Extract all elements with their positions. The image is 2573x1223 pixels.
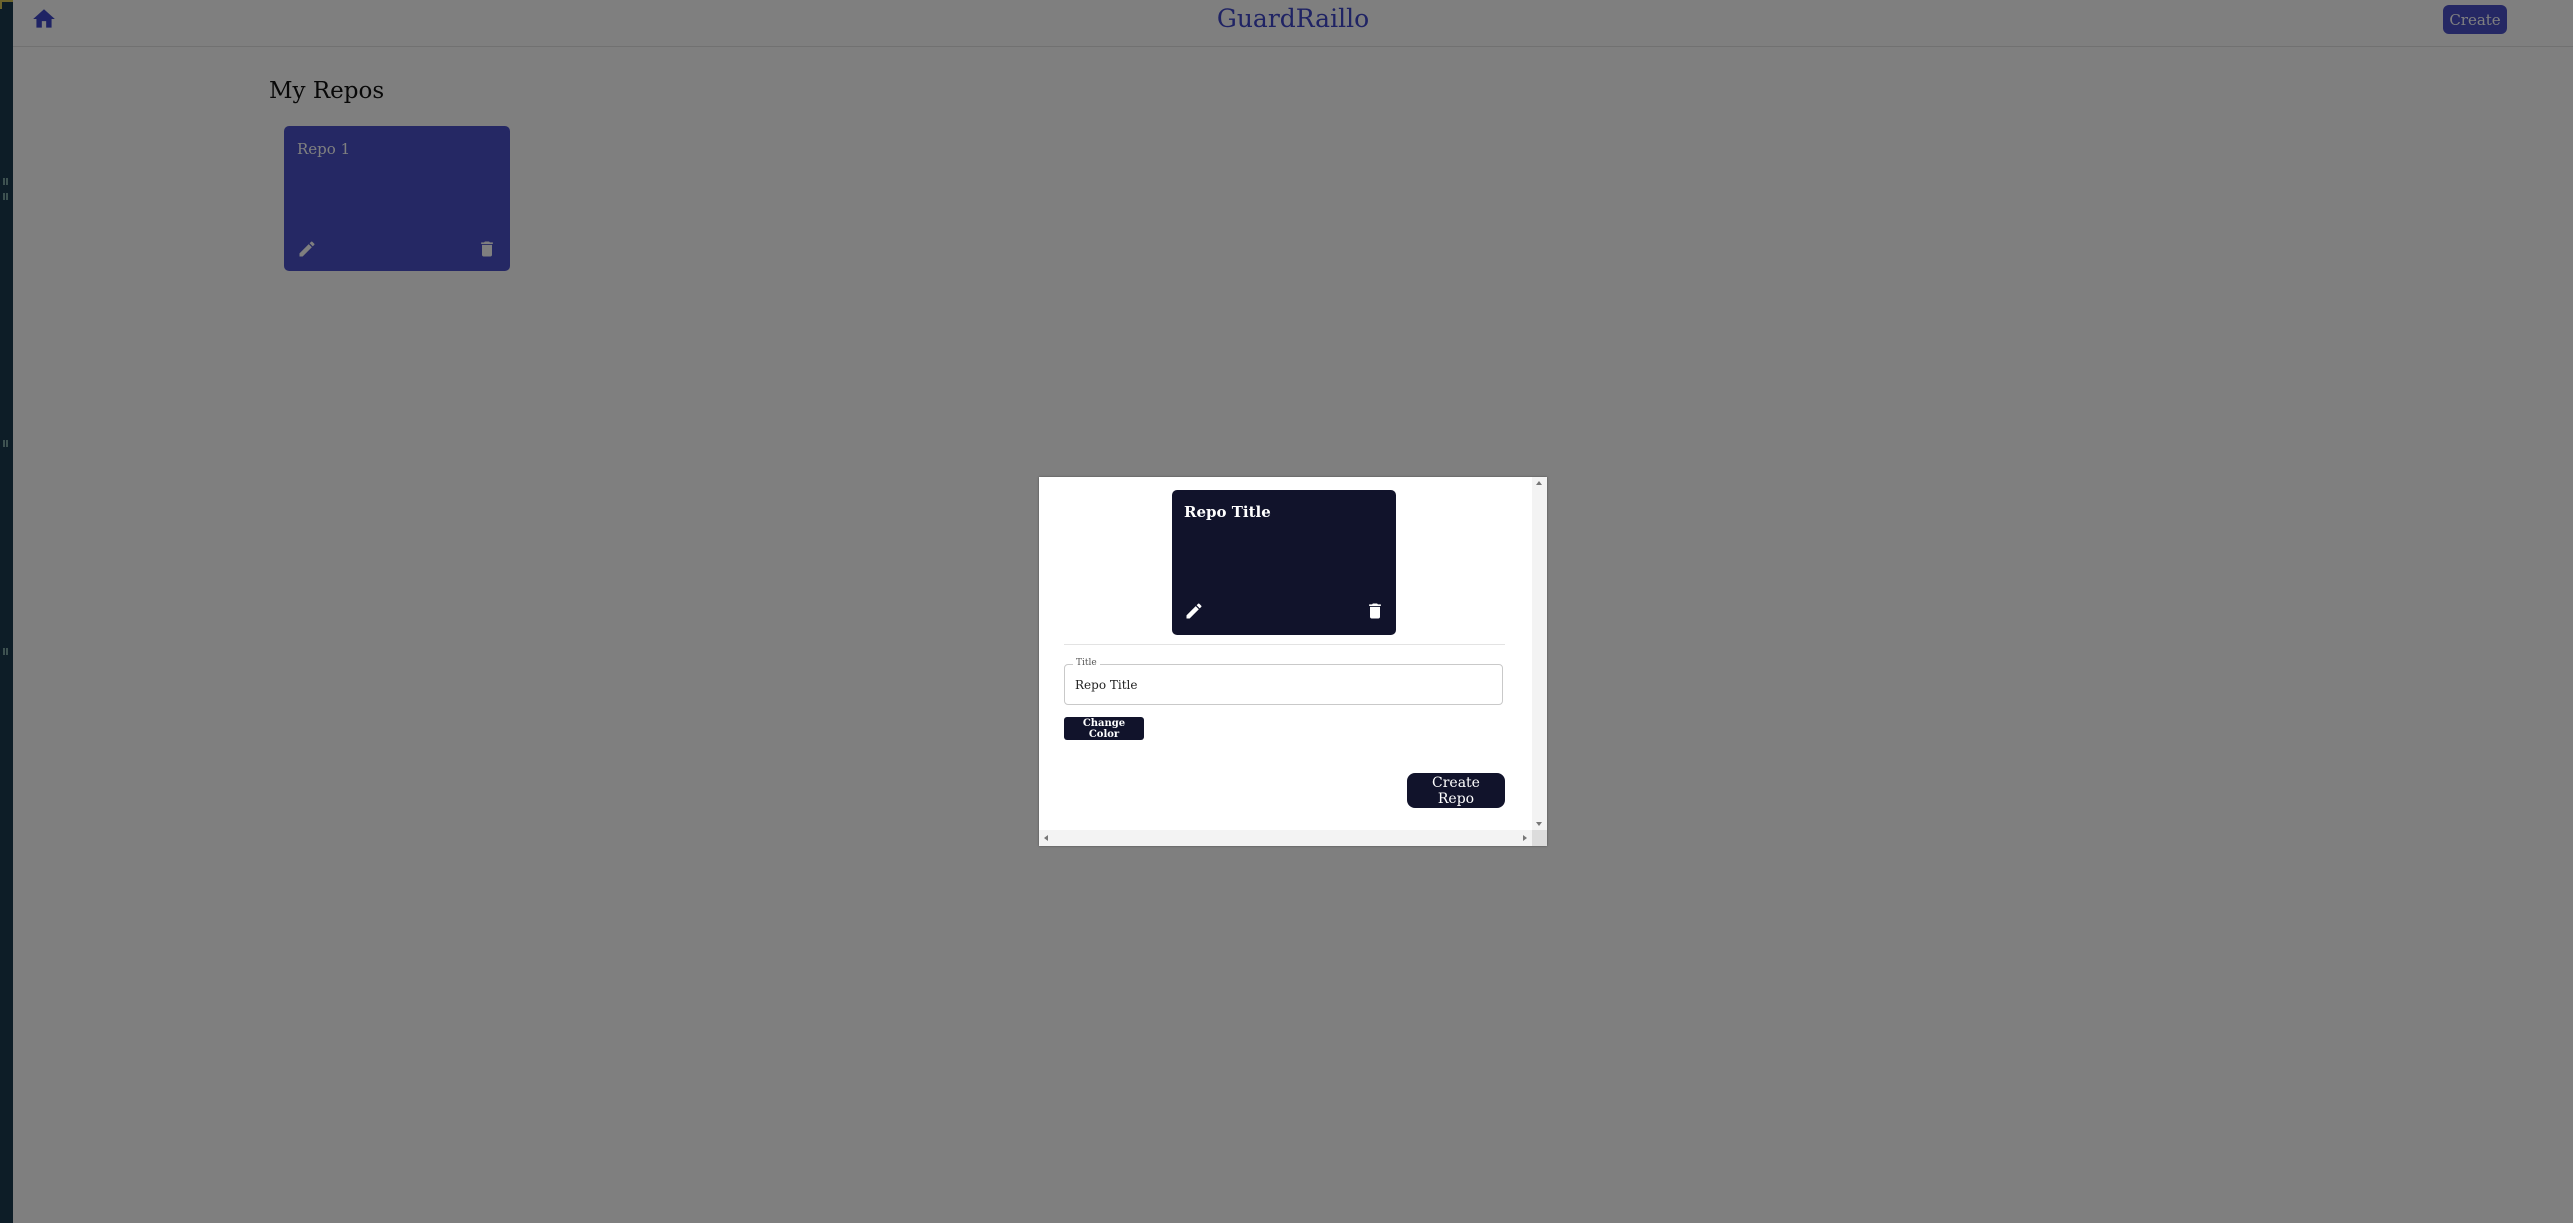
scroll-left-arrow-icon[interactable] (1044, 835, 1048, 841)
title-field: Title (1064, 658, 1503, 705)
create-repo-button[interactable]: Create Repo (1407, 773, 1505, 808)
horizontal-scrollbar[interactable] (1039, 830, 1532, 846)
modal-divider (1064, 644, 1505, 645)
create-repo-dialog: Repo Title Title Change Color Create Rep… (1039, 477, 1547, 846)
repo-preview-card: Repo Title (1172, 490, 1396, 635)
scrollbar-corner (1532, 830, 1547, 846)
scroll-right-arrow-icon[interactable] (1523, 835, 1527, 841)
scroll-up-arrow-icon[interactable] (1536, 481, 1542, 485)
preview-card-title: Repo Title (1184, 503, 1271, 521)
title-field-label: Title (1073, 658, 1100, 668)
preview-edit-button[interactable] (1184, 601, 1204, 621)
pencil-icon (1186, 603, 1202, 619)
scroll-down-arrow-icon[interactable] (1536, 822, 1542, 826)
preview-delete-button[interactable] (1365, 601, 1385, 621)
trash-icon (1369, 603, 1381, 619)
title-input[interactable] (1075, 674, 1485, 696)
vertical-scrollbar[interactable] (1532, 477, 1547, 830)
change-color-button[interactable]: Change Color (1064, 717, 1144, 740)
